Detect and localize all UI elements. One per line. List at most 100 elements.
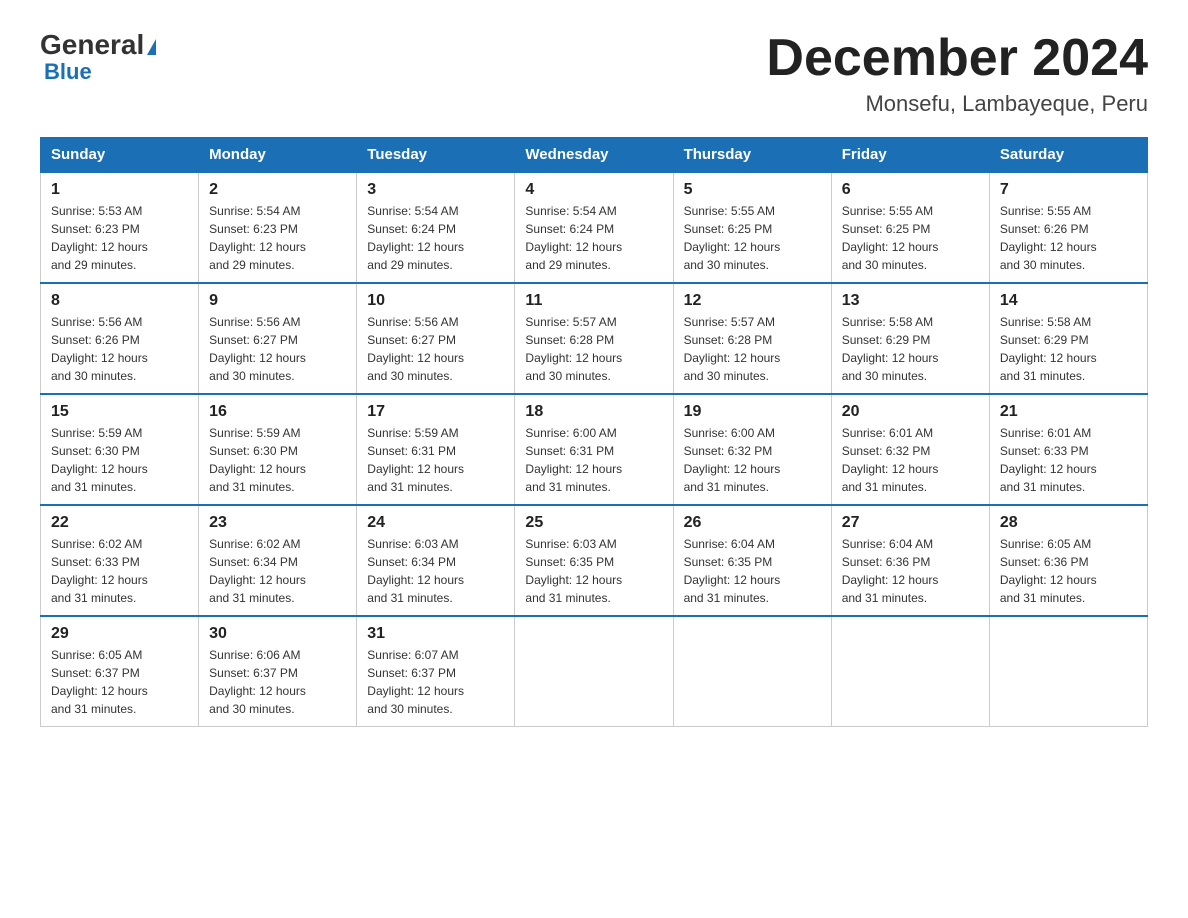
table-row: 26 Sunrise: 6:04 AMSunset: 6:35 PMDaylig… xyxy=(673,505,831,616)
table-row: 11 Sunrise: 5:57 AMSunset: 6:28 PMDaylig… xyxy=(515,283,673,394)
day-info: Sunrise: 6:04 AMSunset: 6:35 PMDaylight:… xyxy=(684,535,821,607)
day-info: Sunrise: 5:59 AMSunset: 6:30 PMDaylight:… xyxy=(51,424,188,496)
day-info: Sunrise: 6:03 AMSunset: 6:35 PMDaylight:… xyxy=(525,535,662,607)
day-info: Sunrise: 6:05 AMSunset: 6:37 PMDaylight:… xyxy=(51,646,188,718)
page-header: General Blue December 2024 Monsefu, Lamb… xyxy=(40,30,1148,117)
table-row: 27 Sunrise: 6:04 AMSunset: 6:36 PMDaylig… xyxy=(831,505,989,616)
day-number: 25 xyxy=(525,514,662,532)
header-friday: Friday xyxy=(831,138,989,173)
day-number: 15 xyxy=(51,403,188,421)
day-number: 23 xyxy=(209,514,346,532)
day-info: Sunrise: 5:57 AMSunset: 6:28 PMDaylight:… xyxy=(525,313,662,385)
day-info: Sunrise: 5:54 AMSunset: 6:24 PMDaylight:… xyxy=(525,202,662,274)
day-info: Sunrise: 5:59 AMSunset: 6:31 PMDaylight:… xyxy=(367,424,504,496)
logo-general: General xyxy=(40,30,156,61)
day-number: 2 xyxy=(209,181,346,199)
table-row: 16 Sunrise: 5:59 AMSunset: 6:30 PMDaylig… xyxy=(199,394,357,505)
day-info: Sunrise: 5:58 AMSunset: 6:29 PMDaylight:… xyxy=(842,313,979,385)
table-row: 30 Sunrise: 6:06 AMSunset: 6:37 PMDaylig… xyxy=(199,616,357,727)
table-row: 2 Sunrise: 5:54 AMSunset: 6:23 PMDayligh… xyxy=(199,172,357,283)
calendar-week-row: 8 Sunrise: 5:56 AMSunset: 6:26 PMDayligh… xyxy=(41,283,1148,394)
day-number: 27 xyxy=(842,514,979,532)
day-info: Sunrise: 5:55 AMSunset: 6:26 PMDaylight:… xyxy=(1000,202,1137,274)
table-row xyxy=(673,616,831,727)
day-number: 12 xyxy=(684,292,821,310)
day-info: Sunrise: 6:04 AMSunset: 6:36 PMDaylight:… xyxy=(842,535,979,607)
day-number: 30 xyxy=(209,625,346,643)
day-number: 24 xyxy=(367,514,504,532)
day-info: Sunrise: 6:07 AMSunset: 6:37 PMDaylight:… xyxy=(367,646,504,718)
table-row: 4 Sunrise: 5:54 AMSunset: 6:24 PMDayligh… xyxy=(515,172,673,283)
table-row: 17 Sunrise: 5:59 AMSunset: 6:31 PMDaylig… xyxy=(357,394,515,505)
header-thursday: Thursday xyxy=(673,138,831,173)
day-info: Sunrise: 5:55 AMSunset: 6:25 PMDaylight:… xyxy=(842,202,979,274)
day-number: 5 xyxy=(684,181,821,199)
day-info: Sunrise: 6:01 AMSunset: 6:32 PMDaylight:… xyxy=(842,424,979,496)
day-info: Sunrise: 6:03 AMSunset: 6:34 PMDaylight:… xyxy=(367,535,504,607)
table-row: 29 Sunrise: 6:05 AMSunset: 6:37 PMDaylig… xyxy=(41,616,199,727)
table-row: 19 Sunrise: 6:00 AMSunset: 6:32 PMDaylig… xyxy=(673,394,831,505)
day-info: Sunrise: 5:56 AMSunset: 6:27 PMDaylight:… xyxy=(209,313,346,385)
day-number: 29 xyxy=(51,625,188,643)
table-row: 28 Sunrise: 6:05 AMSunset: 6:36 PMDaylig… xyxy=(989,505,1147,616)
calendar-week-row: 15 Sunrise: 5:59 AMSunset: 6:30 PMDaylig… xyxy=(41,394,1148,505)
day-info: Sunrise: 6:02 AMSunset: 6:33 PMDaylight:… xyxy=(51,535,188,607)
day-info: Sunrise: 6:00 AMSunset: 6:31 PMDaylight:… xyxy=(525,424,662,496)
table-row: 22 Sunrise: 6:02 AMSunset: 6:33 PMDaylig… xyxy=(41,505,199,616)
header-tuesday: Tuesday xyxy=(357,138,515,173)
table-row xyxy=(831,616,989,727)
table-row: 31 Sunrise: 6:07 AMSunset: 6:37 PMDaylig… xyxy=(357,616,515,727)
table-row: 6 Sunrise: 5:55 AMSunset: 6:25 PMDayligh… xyxy=(831,172,989,283)
table-row: 1 Sunrise: 5:53 AMSunset: 6:23 PMDayligh… xyxy=(41,172,199,283)
page-title: December 2024 xyxy=(766,30,1148,87)
day-number: 13 xyxy=(842,292,979,310)
day-number: 31 xyxy=(367,625,504,643)
calendar-table: Sunday Monday Tuesday Wednesday Thursday… xyxy=(40,137,1148,727)
day-info: Sunrise: 5:55 AMSunset: 6:25 PMDaylight:… xyxy=(684,202,821,274)
day-number: 3 xyxy=(367,181,504,199)
table-row: 8 Sunrise: 5:56 AMSunset: 6:26 PMDayligh… xyxy=(41,283,199,394)
header-wednesday: Wednesday xyxy=(515,138,673,173)
day-number: 20 xyxy=(842,403,979,421)
table-row: 15 Sunrise: 5:59 AMSunset: 6:30 PMDaylig… xyxy=(41,394,199,505)
table-row: 14 Sunrise: 5:58 AMSunset: 6:29 PMDaylig… xyxy=(989,283,1147,394)
day-info: Sunrise: 5:56 AMSunset: 6:27 PMDaylight:… xyxy=(367,313,504,385)
header-monday: Monday xyxy=(199,138,357,173)
day-info: Sunrise: 6:05 AMSunset: 6:36 PMDaylight:… xyxy=(1000,535,1137,607)
day-number: 22 xyxy=(51,514,188,532)
day-number: 10 xyxy=(367,292,504,310)
table-row: 20 Sunrise: 6:01 AMSunset: 6:32 PMDaylig… xyxy=(831,394,989,505)
day-number: 14 xyxy=(1000,292,1137,310)
day-number: 8 xyxy=(51,292,188,310)
header-saturday: Saturday xyxy=(989,138,1147,173)
day-info: Sunrise: 5:56 AMSunset: 6:26 PMDaylight:… xyxy=(51,313,188,385)
calendar-week-row: 29 Sunrise: 6:05 AMSunset: 6:37 PMDaylig… xyxy=(41,616,1148,727)
table-row: 9 Sunrise: 5:56 AMSunset: 6:27 PMDayligh… xyxy=(199,283,357,394)
day-info: Sunrise: 5:54 AMSunset: 6:23 PMDaylight:… xyxy=(209,202,346,274)
day-number: 4 xyxy=(525,181,662,199)
table-row xyxy=(515,616,673,727)
table-row: 23 Sunrise: 6:02 AMSunset: 6:34 PMDaylig… xyxy=(199,505,357,616)
day-info: Sunrise: 6:02 AMSunset: 6:34 PMDaylight:… xyxy=(209,535,346,607)
logo: General Blue xyxy=(40,30,156,85)
day-number: 21 xyxy=(1000,403,1137,421)
table-row: 10 Sunrise: 5:56 AMSunset: 6:27 PMDaylig… xyxy=(357,283,515,394)
day-number: 1 xyxy=(51,181,188,199)
table-row: 18 Sunrise: 6:00 AMSunset: 6:31 PMDaylig… xyxy=(515,394,673,505)
table-row: 3 Sunrise: 5:54 AMSunset: 6:24 PMDayligh… xyxy=(357,172,515,283)
day-number: 26 xyxy=(684,514,821,532)
header-sunday: Sunday xyxy=(41,138,199,173)
day-info: Sunrise: 5:53 AMSunset: 6:23 PMDaylight:… xyxy=(51,202,188,274)
table-row: 21 Sunrise: 6:01 AMSunset: 6:33 PMDaylig… xyxy=(989,394,1147,505)
table-row: 25 Sunrise: 6:03 AMSunset: 6:35 PMDaylig… xyxy=(515,505,673,616)
day-info: Sunrise: 6:00 AMSunset: 6:32 PMDaylight:… xyxy=(684,424,821,496)
calendar-week-row: 22 Sunrise: 6:02 AMSunset: 6:33 PMDaylig… xyxy=(41,505,1148,616)
day-number: 17 xyxy=(367,403,504,421)
table-row: 12 Sunrise: 5:57 AMSunset: 6:28 PMDaylig… xyxy=(673,283,831,394)
logo-blue: Blue xyxy=(40,59,92,85)
day-number: 16 xyxy=(209,403,346,421)
table-row: 13 Sunrise: 5:58 AMSunset: 6:29 PMDaylig… xyxy=(831,283,989,394)
day-info: Sunrise: 5:59 AMSunset: 6:30 PMDaylight:… xyxy=(209,424,346,496)
page-subtitle: Monsefu, Lambayeque, Peru xyxy=(766,91,1148,117)
calendar-header-row: Sunday Monday Tuesday Wednesday Thursday… xyxy=(41,138,1148,173)
